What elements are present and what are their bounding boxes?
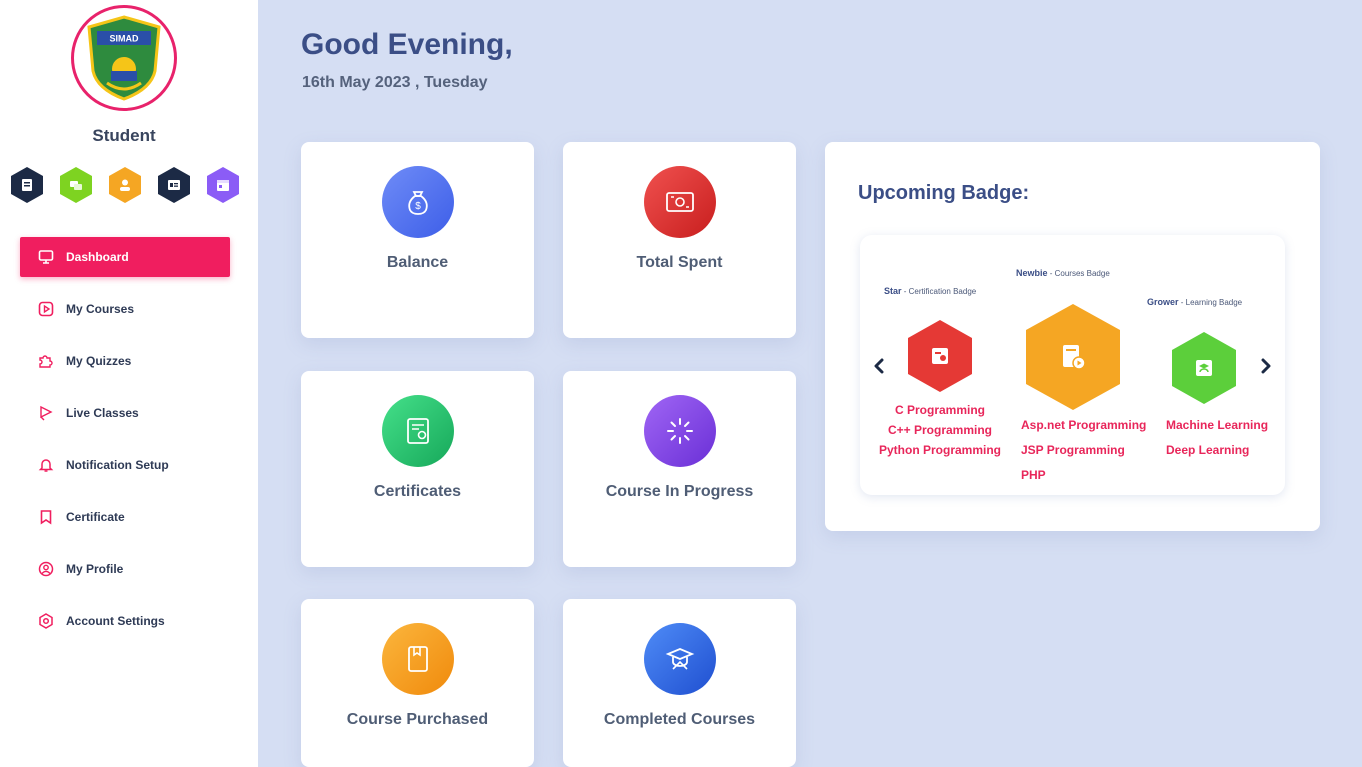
learning-badge-icon [1196,360,1212,376]
certificate-badge-icon [932,348,948,364]
course-item: Deep Learning [1166,443,1250,457]
calendar-icon [217,180,229,191]
star-badge-heading: Star - Certification Badge [884,286,977,296]
course-item: PHP [1021,468,1046,482]
newbie-badge-heading: Newbie - Courses Badge [1016,268,1110,278]
sidebar-item-notification-setup[interactable]: Notification Setup [20,445,230,485]
balance-card[interactable]: $ Balance [301,142,534,338]
user-role: Student [92,126,156,145]
carousel-prev-button[interactable] [869,356,889,376]
broadcast-icon [36,403,56,423]
sidebar-item-my-quizzes[interactable]: My Quizzes [20,341,230,381]
sidebar-item-certificate[interactable]: Certificate [20,497,230,537]
grower-badge-courses: Machine Learning Deep Learning [1166,413,1268,463]
shield-logo-icon: SIMAD [87,15,161,101]
course-in-progress-card[interactable]: Course In Progress [563,371,796,567]
certificates-card[interactable]: Certificates [301,371,534,567]
chat-icon [70,181,82,190]
course-badge-icon [1063,345,1086,370]
user-circle-icon [36,559,56,579]
sidebar-item-my-courses[interactable]: My Courses [20,289,230,329]
quick-chat-button[interactable] [57,166,95,204]
sidebar-item-label: Dashboard [66,250,129,264]
card-label: Course Purchased [346,711,489,728]
quick-id-card-button[interactable] [155,166,193,204]
newbie-badge[interactable] [1022,301,1124,413]
play-square-icon [36,299,56,319]
sidebar-item-account-settings[interactable]: Account Settings [20,601,230,641]
sidebar: SIMAD Student Dashboard My Courses My Qu… [0,0,258,767]
sidebar-item-live-classes[interactable]: Live Classes [20,393,230,433]
card-label: Certificates [373,483,462,500]
upcoming-badge-panel: Upcoming Badge: Star - Certification Bad… [825,142,1320,531]
spinner-icon [644,395,716,467]
completed-courses-card[interactable]: Completed Courses [563,599,796,767]
card-label: Total Spent [636,254,723,271]
university-logo[interactable]: SIMAD [71,5,177,111]
chevron-left-icon [874,358,884,374]
course-item: Python Programming [879,443,1002,457]
badge-panel-title: Upcoming Badge: [858,182,1030,204]
grower-badge[interactable] [1169,330,1239,406]
chevron-right-icon [1261,358,1271,374]
card-label: Completed Courses [603,711,756,728]
bookmark-icon [36,507,56,527]
course-purchased-card[interactable]: Course Purchased [301,599,534,767]
sidebar-item-label: Notification Setup [66,458,169,472]
sidebar-item-my-profile[interactable]: My Profile [20,549,230,589]
badge-carousel: Star - Certification Badge C Programming… [860,235,1285,495]
star-badge-courses: C Programming C++ Programming Python Pro… [879,400,1001,460]
course-item: Machine Learning [1166,418,1269,432]
card-label: Balance [386,254,449,271]
card-label: Course In Progress [605,483,754,500]
banknote-icon [644,166,716,238]
puzzle-icon [36,351,56,371]
course-item: C++ Programming [887,423,993,437]
svg-text:$: $ [415,201,421,212]
monitor-icon [36,247,56,267]
quick-user-button[interactable] [106,166,144,204]
gear-icon [36,611,56,631]
course-item: JSP Programming [1021,443,1125,457]
quick-calendar-button[interactable] [204,166,242,204]
course-item: C Programming [894,403,985,417]
current-date: 16th May 2023 , Tuesday [302,74,488,91]
graduation-icon [644,623,716,695]
sidebar-item-dashboard[interactable]: Dashboard [20,237,230,277]
sidebar-item-label: Account Settings [66,614,165,628]
newbie-badge-courses: Asp.net Programming JSP Programming PHP [1021,413,1146,488]
course-item: Asp.net Programming [1021,418,1147,432]
carousel-next-button[interactable] [1256,356,1276,376]
money-bag-icon: $ [382,166,454,238]
bell-icon [36,455,56,475]
document-icon [22,179,32,191]
book-icon [382,623,454,695]
id-card-icon [168,180,180,190]
sidebar-item-label: My Profile [66,562,124,576]
certificate-icon [382,395,454,467]
sidebar-item-label: My Courses [66,302,135,316]
greeting-title: Good Evening, [301,28,513,61]
total-spent-card[interactable]: Total Spent [563,142,796,338]
sidebar-item-label: Certificate [66,510,125,524]
quick-document-button[interactable] [8,166,46,204]
sidebar-item-label: Live Classes [66,406,139,420]
star-badge[interactable] [905,318,975,394]
user-icon [120,179,130,191]
grower-badge-heading: Grower - Learning Badge [1147,297,1243,307]
sidebar-item-label: My Quizzes [66,354,132,368]
svg-text:SIMAD: SIMAD [110,34,140,44]
